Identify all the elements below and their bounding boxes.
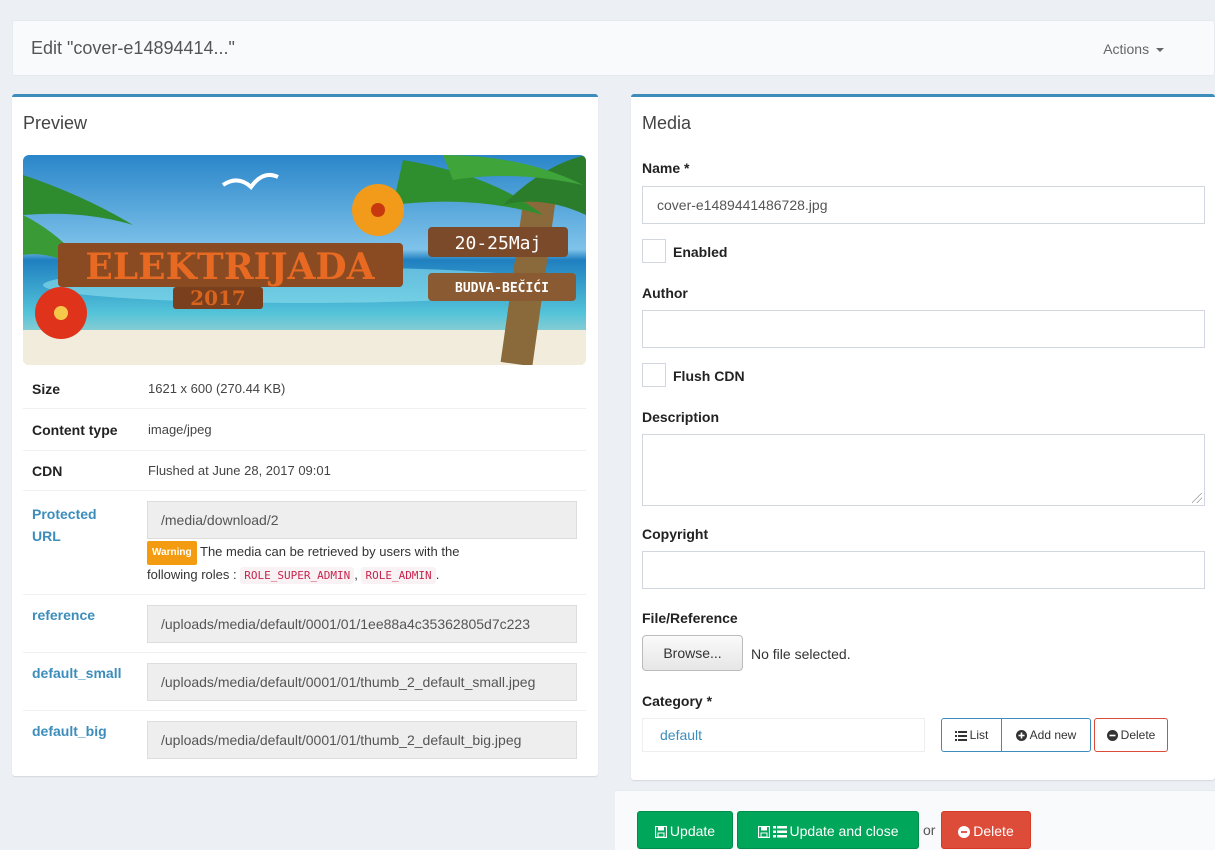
preview-title: Preview: [23, 113, 88, 133]
flush-cdn-checkbox[interactable]: [642, 363, 666, 387]
no-file-text: No file selected.: [751, 646, 851, 662]
description-textarea[interactable]: [642, 434, 1205, 506]
protected-url-warning: Warning The media can be retrieved by us…: [147, 541, 577, 586]
cdn-row: CDN Flushed at June 28, 2017 09:01: [23, 451, 586, 491]
form-actions-bar: Update Update and close or Delete: [615, 790, 1215, 850]
save-icon: [757, 826, 770, 839]
minus-circle-icon: [958, 826, 971, 839]
copyright-input[interactable]: [642, 551, 1205, 589]
update-label: Update: [669, 823, 716, 839]
protected-url-row: Protected URL /media/download/2 Warning …: [23, 491, 586, 595]
roles-separator: ,: [354, 567, 358, 582]
protected-url-value[interactable]: /media/download/2: [147, 501, 577, 539]
update-and-close-label: Update and close: [789, 823, 899, 839]
name-label: Name *: [642, 160, 690, 176]
file-reference-label: File/Reference: [642, 610, 738, 626]
category-add-new-button[interactable]: Add new: [1001, 718, 1091, 752]
delete-label: Delete: [973, 823, 1014, 839]
page-header: Edit "cover-e14894414..." Actions: [12, 20, 1215, 76]
role-admin: ROLE_ADMIN: [361, 567, 436, 584]
list-label: List: [969, 728, 989, 742]
default-big-label[interactable]: default_big: [32, 723, 107, 739]
author-label: Author: [642, 285, 688, 301]
copyright-label: Copyright: [642, 526, 709, 542]
warning-text: The media can be retrieved by users with…: [200, 544, 460, 559]
banner-location: BUDVA-BEČIĆI: [455, 280, 549, 296]
reference-row: reference /uploads/media/default/0001/01…: [23, 595, 586, 653]
category-delete-label: Delete: [1120, 728, 1156, 742]
cdn-value: Flushed at June 28, 2017 09:01: [148, 463, 331, 478]
list-icon: [954, 730, 967, 741]
page-title: Edit "cover-e14894414...": [31, 38, 235, 58]
cdn-label: CDN: [32, 463, 63, 479]
enabled-checkbox[interactable]: [642, 239, 666, 263]
size-value: 1621 x 600 (270.44 KB): [148, 381, 286, 396]
size-row: Size 1621 x 600 (270.44 KB): [23, 369, 586, 409]
banner-dates: 20-25Maj: [455, 233, 542, 254]
add-new-label: Add new: [1029, 728, 1077, 742]
or-text: or: [923, 822, 936, 838]
protected-url-label[interactable]: Protected URL: [32, 503, 97, 547]
browse-button[interactable]: Browse...: [642, 635, 743, 671]
role-super-admin: ROLE_SUPER_ADMIN: [240, 567, 355, 584]
banner-headline: ELEKTRIJADA: [85, 246, 375, 288]
warning-badge: Warning: [147, 541, 197, 565]
size-label: Size: [32, 381, 61, 397]
roles-prefix: following roles :: [147, 567, 237, 582]
plus-circle-icon: [1015, 730, 1027, 742]
actions-dropdown[interactable]: Actions: [1103, 41, 1164, 57]
reference-value[interactable]: /uploads/media/default/0001/01/1ee88a4c3…: [147, 605, 577, 643]
reference-label[interactable]: reference: [32, 607, 95, 623]
category-list-button[interactable]: List: [941, 718, 1002, 752]
delete-button[interactable]: Delete: [941, 811, 1031, 849]
preview-image: ELEKTRIJADA 2017 20-25Maj BUDVA-BEČIĆI: [23, 155, 586, 365]
media-form-panel: Media Name * Enabled Author Flush CDN De…: [631, 94, 1215, 780]
default-big-value[interactable]: /uploads/media/default/0001/01/thumb_2_d…: [147, 721, 577, 759]
update-and-close-button[interactable]: Update and close: [737, 811, 919, 849]
flush-cdn-label: Flush CDN: [673, 368, 745, 384]
resize-grip-icon[interactable]: [1192, 493, 1202, 503]
author-input[interactable]: [642, 310, 1205, 348]
banner-year: 2017: [190, 286, 246, 310]
content-type-row: Content type image/jpeg: [23, 409, 586, 451]
actions-label: Actions: [1103, 41, 1150, 57]
preview-panel: Preview ELEKTRIJADA 2017 20-25Maj BUDVA-…: [12, 94, 598, 776]
category-label: Category *: [642, 693, 713, 709]
caret-down-icon: [1156, 48, 1164, 53]
category-delete-button[interactable]: Delete: [1094, 718, 1168, 752]
default-small-label[interactable]: default_small: [32, 665, 121, 681]
media-title: Media: [642, 113, 692, 133]
list-icon: [772, 826, 787, 838]
content-type-label: Content type: [32, 422, 118, 438]
roles-end: .: [435, 567, 440, 582]
enabled-label: Enabled: [673, 244, 728, 260]
protected-url-label-line1: Protected: [32, 506, 97, 522]
save-icon: [654, 826, 667, 839]
minus-circle-icon: [1106, 730, 1118, 742]
protected-url-label-line2: URL: [32, 528, 61, 544]
name-input[interactable]: [642, 186, 1205, 224]
description-label: Description: [642, 409, 720, 425]
default-small-value[interactable]: /uploads/media/default/0001/01/thumb_2_d…: [147, 663, 577, 701]
update-button[interactable]: Update: [637, 811, 733, 849]
content-type-value: image/jpeg: [148, 422, 212, 437]
category-value[interactable]: default: [642, 718, 925, 752]
default-big-row: default_big /uploads/media/default/0001/…: [23, 711, 586, 769]
default-small-row: default_small /uploads/media/default/000…: [23, 653, 586, 711]
